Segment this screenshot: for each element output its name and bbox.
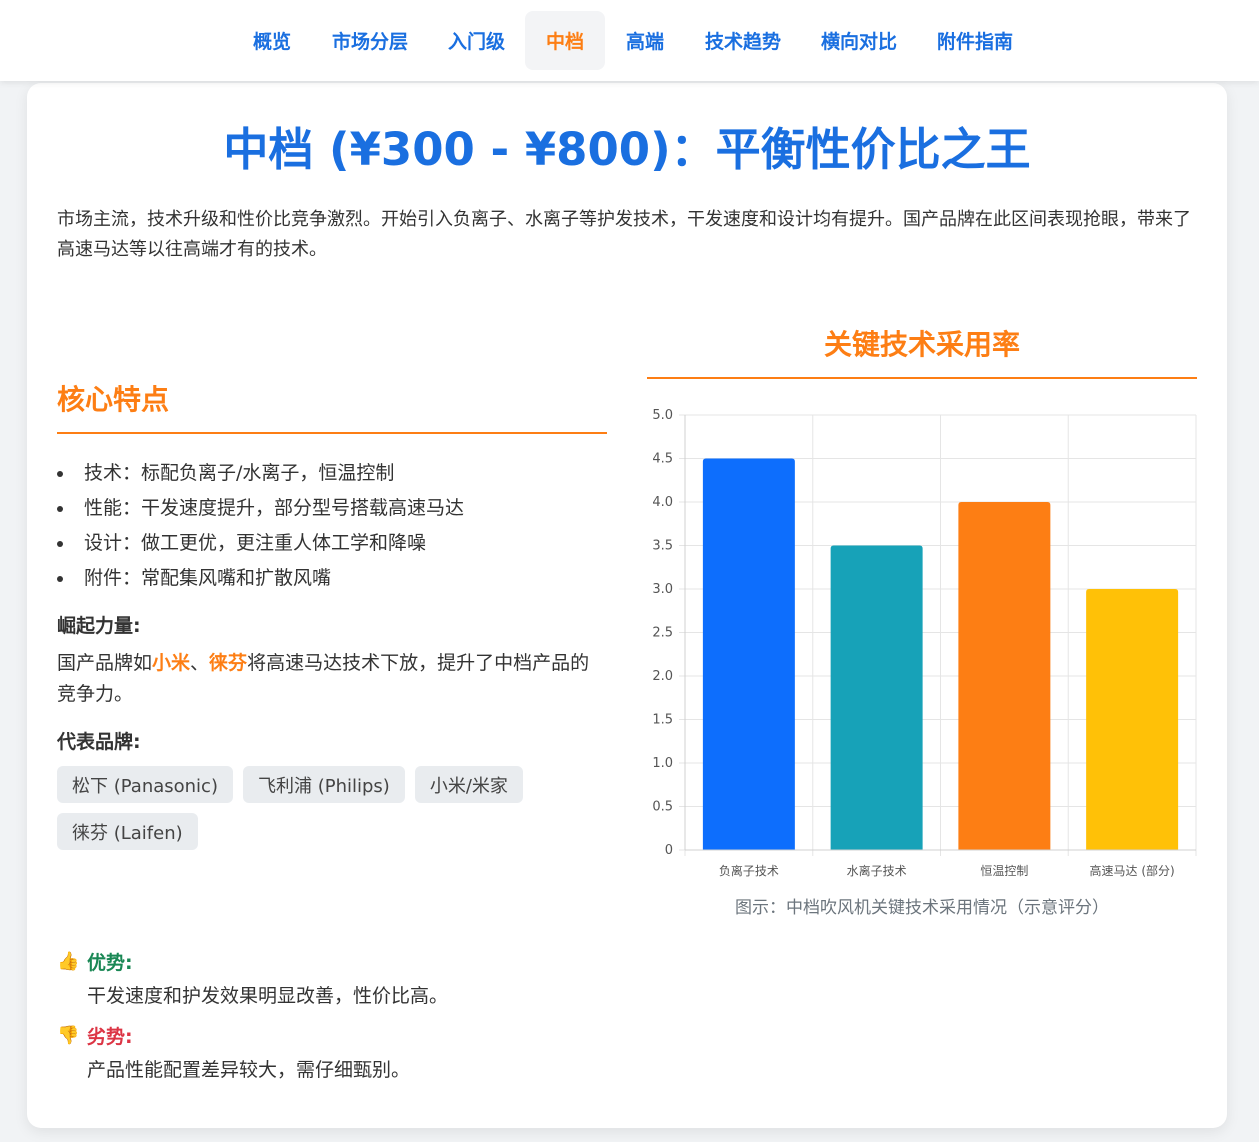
brand-tag: 小米/米家 xyxy=(414,766,523,803)
pros-cons: 👍 优势: 干发速度和护发效果明显改善，性价比高。 👎 劣势: 产品性能配置差异… xyxy=(57,948,657,1082)
chart-bar xyxy=(830,545,923,850)
brand-tags: 松下 (Panasonic) 飞利浦 (Philips) 小米/米家 徕芬 (L… xyxy=(57,766,557,850)
core-features-title: 核心特点 xyxy=(57,378,607,434)
y-tick-label: 0 xyxy=(665,843,673,858)
rise-label: 崛起力量: xyxy=(57,615,141,637)
top-navigation: 概览 市场分层 入门级 中档 高端 技术趋势 横向对比 附件指南 xyxy=(0,0,1259,81)
feature-item: 设计：做工更优，更注重人体工学和降噪 xyxy=(57,526,607,561)
bar-chart: 5.0 4.5 4.0 3.5 3.0 2.5 2.0 1.5 1.0 0.5 0 负离子技术 水离子技… xyxy=(652,408,1197,878)
chart-caption: 图示：中档吹风机关键技术采用情况（示意评分） xyxy=(735,898,1109,918)
content-card: 中档 (¥300 - ¥800)：平衡性价比之王 市场主流，技术升级和性价比竞争… xyxy=(27,83,1227,1128)
chart-bar xyxy=(1086,589,1179,850)
brand-highlight-xiaomi: 小米 xyxy=(152,652,191,674)
cons-block: 👎 劣势: 产品性能配置差异较大，需仔细甄别。 xyxy=(57,1022,657,1082)
feature-item: 技术：标配负离子/水离子，恒温控制 xyxy=(57,456,607,491)
brand-tag: 徕芬 (Laifen) xyxy=(57,813,198,850)
thumbs-up-icon: 👍 xyxy=(57,951,80,972)
thumbs-down-icon: 👎 xyxy=(57,1025,80,1046)
nav-item-overview[interactable]: 概览 xyxy=(232,11,312,70)
x-tick-label: 高速马达 (部分) xyxy=(1090,863,1175,878)
chart-bar xyxy=(958,502,1051,850)
core-features-section: 核心特点 技术：标配负离子/水离子，恒温控制 性能：干发速度提升，部分型号搭载高… xyxy=(57,378,607,850)
rise-text: 国产品牌如小米、徕芬将高速马达技术下放，提升了中档产品的竞争力。 xyxy=(57,648,607,710)
nav-item-market-tiers[interactable]: 市场分层 xyxy=(312,11,428,70)
nav-item-entry-level[interactable]: 入门级 xyxy=(428,11,525,70)
page-title: 中档 (¥300 - ¥800)：平衡性价比之王 xyxy=(223,123,1031,176)
nav-item-high-end[interactable]: 高端 xyxy=(605,11,685,70)
feature-list: 技术：标配负离子/水离子，恒温控制 性能：干发速度提升，部分型号搭载高速马达 设… xyxy=(57,456,607,596)
x-tick-label: 水离子技术 xyxy=(847,863,907,878)
cons-label: 劣势: xyxy=(87,1026,133,1048)
y-tick-label: 1.5 xyxy=(652,713,673,728)
cons-header: 👎 劣势: xyxy=(57,1022,657,1049)
pros-label: 优势: xyxy=(87,952,133,974)
nav-item-accessory-guide[interactable]: 附件指南 xyxy=(917,11,1033,70)
pros-block: 👍 优势: 干发速度和护发效果明显改善，性价比高。 xyxy=(57,948,657,1008)
chart-section: 关键技术采用率 5.0 4.5 4.0 3.5 3.0 2.5 2.0 1.5 1.0 0.5 0 负… xyxy=(647,323,1197,918)
chart-title: 关键技术采用率 xyxy=(647,323,1197,379)
brands-label: 代表品牌: xyxy=(57,731,141,753)
intro-text: 市场主流，技术升级和性价比竞争激烈。开始引入负离子、水离子等护发技术，干发速度和… xyxy=(57,209,1191,260)
nav-item-tech-trends[interactable]: 技术趋势 xyxy=(685,11,801,70)
y-tick-label: 5.0 xyxy=(652,408,673,423)
nav-item-mid-range[interactable]: 中档 xyxy=(524,11,605,70)
nav-items: 概览 市场分层 入门级 中档 高端 技术趋势 横向对比 附件指南 xyxy=(232,11,1033,70)
nav-item-comparison[interactable]: 横向对比 xyxy=(801,11,917,70)
brand-tag: 松下 (Panasonic) xyxy=(57,766,233,803)
x-tick-label: 负离子技术 xyxy=(719,863,779,878)
pros-header: 👍 优势: xyxy=(57,948,657,975)
y-tick-label: 1.0 xyxy=(652,756,673,771)
y-tick-label: 3.0 xyxy=(652,582,673,597)
rise-prefix: 国产品牌如 xyxy=(57,652,153,674)
brand-highlight-laifen: 徕芬 xyxy=(209,652,248,674)
rise-separator: 、 xyxy=(190,652,210,674)
y-tick-label: 4.0 xyxy=(652,495,673,510)
brand-tag: 飞利浦 (Philips) xyxy=(242,766,405,803)
y-tick-label: 0.5 xyxy=(652,800,673,815)
feature-item: 性能：干发速度提升，部分型号搭载高速马达 xyxy=(57,491,607,526)
y-tick-label: 3.5 xyxy=(652,539,673,554)
chart-bar xyxy=(702,458,795,850)
y-tick-label: 2.5 xyxy=(652,626,673,641)
cons-text: 产品性能配置差异较大，需仔细甄别。 xyxy=(87,1059,411,1081)
y-tick-label: 2.0 xyxy=(652,669,673,684)
y-tick-label: 4.5 xyxy=(652,452,673,467)
feature-item: 附件：常配集风嘴和扩散风嘴 xyxy=(57,561,607,596)
pros-text: 干发速度和护发效果明显改善，性价比高。 xyxy=(87,985,449,1007)
x-tick-label: 恒温控制 xyxy=(980,864,1028,878)
